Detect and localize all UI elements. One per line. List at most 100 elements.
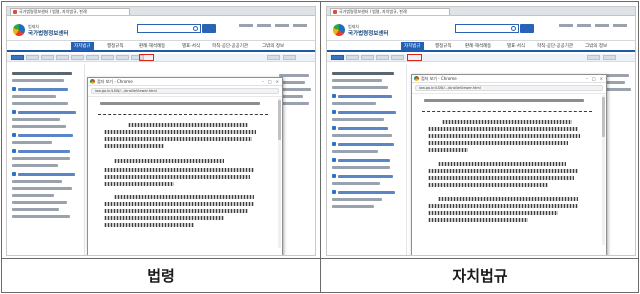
bullet-icon: [12, 149, 16, 153]
nav-item-forms[interactable]: 별표·서식: [182, 42, 200, 51]
nav-item-precedents[interactable]: 판례·해석례등: [139, 42, 165, 51]
chrome-icon: [414, 76, 419, 81]
search-button[interactable]: [520, 24, 534, 33]
window-controls: – □ ×: [262, 79, 279, 84]
minimize-icon[interactable]: –: [262, 79, 264, 84]
content-tab[interactable]: [267, 55, 280, 60]
utility-link[interactable]: [275, 24, 289, 27]
content-tab[interactable]: [71, 55, 84, 60]
list-item[interactable]: [332, 190, 401, 194]
maximize-icon[interactable]: □: [268, 79, 272, 84]
utility-link[interactable]: [257, 24, 271, 27]
braille-button-highlight: [407, 53, 422, 61]
content-tab[interactable]: [11, 55, 24, 60]
text-line: [12, 118, 60, 121]
list-item[interactable]: [332, 142, 401, 146]
search-icon: [193, 26, 198, 31]
list-item[interactable]: [12, 87, 79, 91]
favicon-icon: [13, 10, 17, 14]
content-tab[interactable]: [56, 55, 69, 60]
text-line: [12, 125, 66, 128]
caption-law: 법령: [147, 267, 175, 285]
braille-text-block: [412, 120, 606, 250]
content-tab[interactable]: [361, 55, 374, 60]
content-tab[interactable]: [331, 55, 344, 60]
chrome-icon: [90, 79, 95, 84]
text-line: [332, 150, 378, 153]
list-item[interactable]: [332, 94, 401, 98]
site-logo[interactable]: 법제처 국가법령정보센터: [13, 21, 71, 39]
text-line: [332, 79, 382, 82]
top-utility-links: [239, 24, 307, 27]
minimize-icon[interactable]: –: [586, 76, 588, 81]
list-item[interactable]: [332, 126, 401, 130]
content-tab[interactable]: [26, 55, 39, 60]
popup-url-bar[interactable]: law.go.kr/LSW/.../brailleViewer.html: [91, 88, 279, 94]
bullet-icon: [332, 190, 336, 194]
utility-link[interactable]: [293, 24, 307, 27]
window-controls: – □ ×: [586, 76, 603, 81]
utility-link[interactable]: [577, 24, 591, 27]
nav-item-school-rules[interactable]: 학칙·공단·공공기관: [537, 42, 573, 51]
braille-view-button[interactable]: [391, 55, 404, 60]
content-tab[interactable]: [101, 55, 114, 60]
text-line: [12, 201, 67, 204]
text-line: [332, 72, 394, 75]
panel-divider: [320, 1, 321, 293]
braille-content: [88, 96, 282, 255]
search-button[interactable]: [202, 24, 216, 33]
list-item[interactable]: [332, 174, 401, 178]
caption-local-laws: 자치법규: [452, 267, 508, 285]
list-item[interactable]: [12, 149, 79, 153]
bullet-icon: [12, 87, 16, 91]
content-tab[interactable]: [116, 55, 129, 60]
popup-scroll-thumb[interactable]: [278, 100, 281, 140]
nav-item-local-laws[interactable]: 자치법규: [71, 42, 94, 51]
utility-link[interactable]: [595, 24, 609, 27]
list-item[interactable]: [332, 158, 401, 162]
content-tab[interactable]: [603, 55, 616, 60]
popup-url-bar[interactable]: law.go.kr/LSW/.../brailleViewer.html: [415, 85, 603, 91]
nav-item-admin-rules[interactable]: 행정규칙: [435, 42, 452, 51]
popup-scroll-thumb[interactable]: [602, 97, 605, 137]
logo-emblem-icon: [13, 24, 25, 36]
browser-tab[interactable]: 국가법령정보센터 ⅼ 법령, 자치법규, 판례: [10, 8, 130, 15]
content-tab[interactable]: [283, 55, 296, 60]
utility-link[interactable]: [613, 24, 627, 27]
favicon-icon: [333, 10, 337, 14]
braille-viewer-window: 점자 보기 - Chrome – □ × law.go.kr/LSW/.../b…: [411, 74, 607, 255]
logo-name: 국가법령정보센터: [348, 31, 389, 37]
text-line: [332, 205, 374, 208]
list-item[interactable]: [12, 172, 79, 176]
content-tab-bar: [327, 53, 635, 62]
maximize-icon[interactable]: □: [592, 76, 596, 81]
list-item[interactable]: [12, 133, 79, 137]
close-icon[interactable]: ×: [276, 79, 279, 84]
content-tab[interactable]: [41, 55, 54, 60]
nav-item-local-laws[interactable]: 자치법규: [401, 42, 424, 51]
browser-tab-title: 국가법령정보센터 ⅼ 법령, 자치법규, 판례: [19, 9, 87, 14]
nav-item-forms[interactable]: 별표·서식: [507, 42, 525, 51]
list-item[interactable]: [12, 110, 79, 114]
nav-item-precedents[interactable]: 판례·해석례등: [465, 42, 491, 51]
list-item[interactable]: [332, 110, 401, 114]
search-input[interactable]: [137, 24, 201, 33]
search-input[interactable]: [455, 24, 519, 33]
utility-link[interactable]: [559, 24, 573, 27]
nav-item-other[interactable]: 그밖의 정보: [262, 42, 284, 51]
nav-item-other[interactable]: 그밖의 정보: [585, 42, 607, 51]
utility-link[interactable]: [239, 24, 253, 27]
bullet-icon: [12, 133, 16, 137]
close-icon[interactable]: ×: [600, 76, 603, 81]
content-tab[interactable]: [587, 55, 600, 60]
browser-tab[interactable]: 국가법령정보센터 ⅼ 법령, 자치법규, 판례: [330, 8, 450, 15]
nav-item-school-rules[interactable]: 학칙·공단·공공기관: [212, 42, 248, 51]
braille-text-block: [88, 123, 282, 253]
content-tab[interactable]: [376, 55, 389, 60]
site-logo[interactable]: 법제처 국가법령정보센터: [333, 21, 391, 39]
logo-emblem-icon: [333, 24, 345, 36]
screenshot-panel-local-laws: 국가법령정보센터 ⅼ 법령, 자치법규, 판례 법제처 국가법령정보센터 자치법…: [326, 6, 636, 256]
content-tab[interactable]: [86, 55, 99, 60]
nav-item-admin-rules[interactable]: 행정규칙: [107, 42, 124, 51]
content-tab[interactable]: [346, 55, 359, 60]
